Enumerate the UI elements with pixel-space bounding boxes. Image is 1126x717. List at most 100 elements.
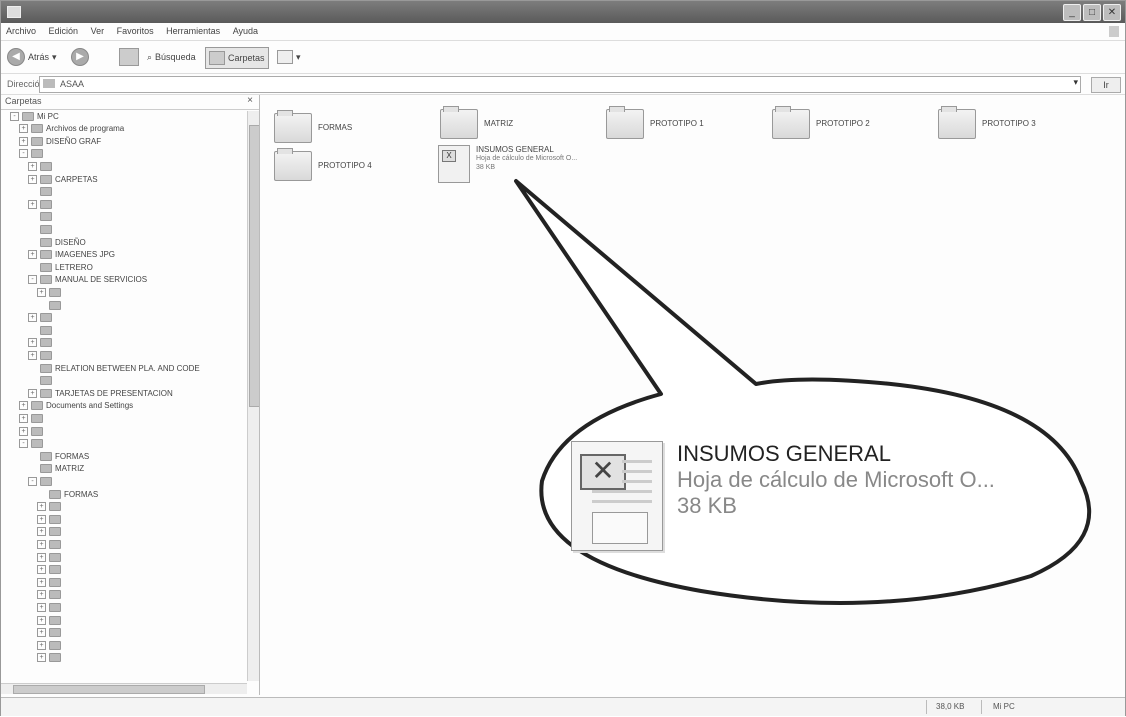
- tree-item[interactable]: +: [37, 640, 64, 650]
- tree-item[interactable]: +: [37, 590, 64, 600]
- folder-item[interactable]: PROTOTIPO 3: [938, 106, 1036, 139]
- tree-item[interactable]: +: [37, 502, 64, 512]
- tree-item[interactable]: [28, 224, 55, 234]
- scroll-thumb[interactable]: [13, 685, 205, 694]
- expand-icon[interactable]: +: [28, 338, 37, 348]
- tree-item[interactable]: [28, 376, 55, 386]
- expand-icon[interactable]: +: [37, 590, 46, 600]
- expand-icon[interactable]: +: [37, 527, 46, 537]
- close-button[interactable]: ✕: [1103, 4, 1121, 21]
- expand-icon[interactable]: +: [28, 350, 37, 360]
- tree-item[interactable]: +: [28, 199, 55, 209]
- expand-icon[interactable]: +: [19, 413, 28, 423]
- back-button[interactable]: ◀ Atrás ▾: [7, 47, 57, 67]
- tree-item[interactable]: +: [28, 350, 55, 360]
- forward-button[interactable]: ▶: [71, 47, 89, 67]
- tree-item[interactable]: [28, 187, 55, 197]
- collapse-icon[interactable]: -: [28, 275, 37, 285]
- expand-icon[interactable]: +: [37, 602, 46, 612]
- expand-icon[interactable]: +: [28, 388, 37, 398]
- tree-item[interactable]: -: [19, 439, 46, 449]
- tree-item[interactable]: + CARPETAS: [28, 174, 98, 184]
- tree-item[interactable]: [28, 212, 55, 222]
- close-icon[interactable]: ×: [247, 95, 253, 106]
- tree-item[interactable]: +: [19, 426, 46, 436]
- menu-herramientas[interactable]: Herramientas: [161, 23, 225, 36]
- expand-icon[interactable]: +: [37, 653, 46, 663]
- tree-item[interactable]: +: [37, 615, 64, 625]
- expand-icon[interactable]: +: [19, 136, 28, 146]
- tree-item[interactable]: +: [28, 313, 55, 323]
- file-item[interactable]: X INSUMOS GENERAL Hoja de cálculo de Mic…: [438, 145, 577, 183]
- tree-item[interactable]: -: [19, 149, 46, 159]
- expand-icon[interactable]: +: [19, 401, 28, 411]
- menu-favoritos[interactable]: Favoritos: [112, 23, 159, 36]
- expand-icon[interactable]: +: [37, 287, 46, 297]
- expand-icon[interactable]: +: [37, 539, 46, 549]
- expand-icon[interactable]: +: [28, 199, 37, 209]
- expand-icon[interactable]: +: [37, 514, 46, 524]
- collapse-icon[interactable]: -: [19, 149, 28, 159]
- menu-archivo[interactable]: Archivo: [1, 23, 41, 36]
- expand-icon[interactable]: +: [37, 640, 46, 650]
- expand-icon[interactable]: +: [28, 161, 37, 171]
- tree-item[interactable]: +: [37, 539, 64, 549]
- tree-item[interactable]: FORMAS: [37, 489, 98, 499]
- tree-item[interactable]: RELATION BETWEEN PLA. AND CODE: [28, 363, 200, 373]
- maximize-button[interactable]: □: [1083, 4, 1101, 21]
- chevron-down-icon[interactable]: ▾: [1073, 77, 1078, 88]
- tree-item[interactable]: + DISEÑO GRAF: [19, 136, 101, 146]
- tree-item[interactable]: [28, 325, 55, 335]
- tree-item[interactable]: +: [37, 552, 64, 562]
- folder-item[interactable]: MATRIZ: [440, 106, 513, 139]
- tree-horizontal-scrollbar[interactable]: [1, 683, 247, 694]
- title-bar[interactable]: _ □ ✕: [1, 1, 1125, 23]
- folder-item[interactable]: FORMAS: [274, 110, 352, 143]
- tree-item[interactable]: DISEÑO: [28, 237, 86, 247]
- folder-item[interactable]: PROTOTIPO 1: [606, 106, 704, 139]
- tree-item[interactable]: -: [28, 476, 55, 486]
- tree-item[interactable]: MATRIZ: [28, 464, 84, 474]
- collapse-icon[interactable]: -: [19, 439, 28, 449]
- tree-item[interactable]: + Documents and Settings: [19, 401, 133, 411]
- tree-item[interactable]: +: [37, 628, 64, 638]
- expand-icon[interactable]: +: [28, 250, 37, 260]
- expand-icon[interactable]: +: [37, 577, 46, 587]
- tree-item[interactable]: +: [28, 338, 55, 348]
- tree-item[interactable]: +: [37, 287, 64, 297]
- expand-icon[interactable]: +: [37, 628, 46, 638]
- up-folder-button[interactable]: [119, 47, 139, 67]
- tree-item[interactable]: +: [37, 565, 64, 575]
- address-input[interactable]: ASAA ▾: [39, 76, 1081, 93]
- tree-item[interactable]: +: [37, 577, 64, 587]
- folders-button[interactable]: Carpetas: [205, 47, 269, 69]
- expand-icon[interactable]: +: [28, 174, 37, 184]
- folder-item[interactable]: PROTOTIPO 4: [274, 148, 372, 181]
- expand-icon[interactable]: +: [37, 502, 46, 512]
- collapse-icon[interactable]: -: [28, 476, 37, 486]
- views-button[interactable]: ▾: [277, 47, 301, 67]
- expand-icon[interactable]: +: [19, 426, 28, 436]
- menu-ayuda[interactable]: Ayuda: [228, 23, 263, 36]
- menu-edicion[interactable]: Edición: [44, 23, 84, 36]
- expand-icon[interactable]: +: [37, 552, 46, 562]
- tree-item[interactable]: +: [37, 527, 64, 537]
- tree-item[interactable]: FORMAS: [28, 451, 89, 461]
- tree-item[interactable]: +: [37, 602, 64, 612]
- go-button[interactable]: Ir: [1091, 77, 1121, 93]
- search-button[interactable]: ⌕ Búsqueda: [147, 47, 196, 67]
- minimize-button[interactable]: _: [1063, 4, 1081, 21]
- tree-vertical-scrollbar[interactable]: [247, 111, 259, 681]
- tree-item[interactable]: + Archivos de programa: [19, 124, 124, 134]
- scroll-thumb[interactable]: [249, 125, 259, 407]
- tree-item[interactable]: - Mi PC: [10, 111, 59, 121]
- tree-item[interactable]: +: [19, 413, 46, 423]
- menu-ver[interactable]: Ver: [86, 23, 110, 36]
- tree-item[interactable]: +: [37, 653, 64, 663]
- tree-item[interactable]: LETRERO: [28, 262, 93, 272]
- tree-item[interactable]: + IMAGENES JPG: [28, 250, 115, 260]
- collapse-icon[interactable]: -: [10, 111, 19, 121]
- expand-icon[interactable]: +: [37, 565, 46, 575]
- tree-item[interactable]: + TARJETAS DE PRESENTACION: [28, 388, 173, 398]
- expand-icon[interactable]: +: [19, 124, 28, 134]
